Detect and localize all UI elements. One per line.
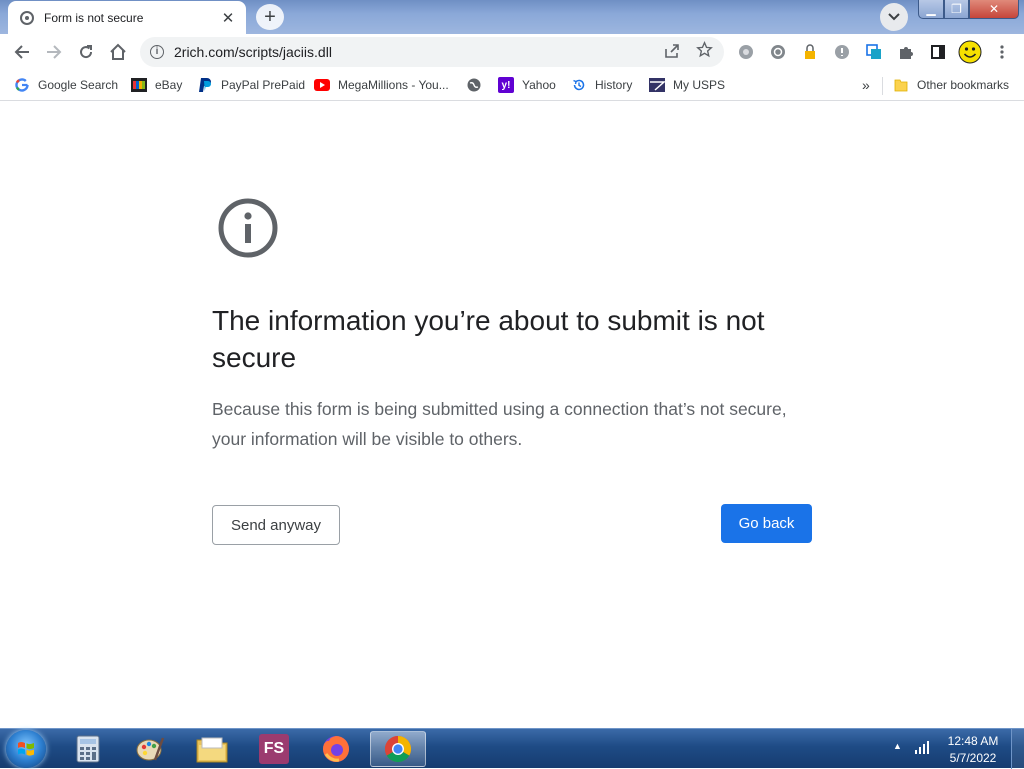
title-bar: Form is not secure ✕ + ▁ ❐ ✕ bbox=[0, 0, 1024, 34]
bookmark-label: MegaMillions - You... bbox=[338, 78, 449, 92]
youtube-icon bbox=[314, 77, 330, 93]
clock-date[interactable]: 5/7/2022 bbox=[946, 751, 1000, 765]
bookmark-yahoo[interactable]: y! Yahoo bbox=[498, 76, 556, 94]
usps-icon bbox=[649, 77, 665, 93]
taskbar-calculator[interactable] bbox=[60, 731, 116, 767]
maximize-button[interactable]: ❐ bbox=[944, 0, 969, 19]
warning-description: Because this form is being submitted usi… bbox=[212, 399, 787, 449]
forward-button[interactable] bbox=[42, 40, 66, 64]
google-icon bbox=[14, 77, 30, 93]
bookmark-label: Google Search bbox=[38, 78, 119, 92]
bookmark-star-icon[interactable] bbox=[696, 40, 713, 63]
taskbar-file-explorer[interactable] bbox=[184, 731, 240, 767]
chrome-icon bbox=[384, 735, 412, 763]
bookmark-label: History bbox=[595, 78, 633, 92]
start-button[interactable] bbox=[6, 730, 46, 768]
home-button[interactable] bbox=[106, 40, 130, 64]
tray-expand-icon[interactable]: ▲ bbox=[893, 741, 902, 751]
side-panel-icon[interactable] bbox=[929, 43, 947, 61]
bookmark-paypal-prepaid[interactable]: PayPal PrePaid bbox=[197, 76, 305, 94]
bookmark-label: eBay bbox=[155, 78, 183, 92]
windows-taskbar: FS ▲ 12:48 AM 5/7/2022 bbox=[0, 728, 1024, 769]
browser-tab[interactable]: Form is not secure ✕ bbox=[8, 1, 246, 34]
history-icon bbox=[571, 77, 587, 93]
ebay-icon bbox=[131, 77, 147, 93]
folder-explorer-icon bbox=[196, 737, 228, 763]
info-circle-icon bbox=[218, 198, 278, 258]
bookmark-megamillions[interactable]: MegaMillions - You... bbox=[314, 76, 449, 94]
tab-title: Form is not secure bbox=[44, 10, 144, 25]
page-content: The information you’re about to submit i… bbox=[0, 102, 1024, 728]
reload-icon bbox=[80, 45, 93, 59]
extension-gray-icon[interactable] bbox=[737, 43, 755, 61]
fs-app-icon: FS bbox=[259, 734, 289, 764]
taskbar-fs-app[interactable]: FS bbox=[246, 731, 302, 767]
reload-button[interactable] bbox=[74, 40, 98, 64]
chevron-down-icon bbox=[888, 13, 900, 21]
go-back-button[interactable]: Go back bbox=[721, 504, 812, 543]
tab-search-button[interactable] bbox=[880, 3, 908, 31]
yahoo-icon: y! bbox=[498, 77, 514, 93]
taskbar-chrome[interactable] bbox=[370, 731, 426, 767]
bookmark-label: Other bookmarks bbox=[917, 78, 1010, 92]
bookmark-label: My USPS bbox=[673, 78, 726, 92]
network-signal-icon[interactable] bbox=[914, 739, 932, 755]
folder-icon bbox=[893, 77, 909, 93]
bookmark-history[interactable]: History bbox=[571, 76, 632, 94]
bookmark-ebay[interactable]: eBay bbox=[131, 76, 182, 94]
page-heading: The information you’re about to submit i… bbox=[212, 305, 765, 373]
extension-lock-icon[interactable] bbox=[801, 43, 819, 61]
forward-arrow-icon bbox=[47, 45, 62, 59]
bookmark-label: PayPal PrePaid bbox=[221, 78, 306, 92]
site-info-icon[interactable]: i bbox=[150, 45, 164, 59]
firefox-icon bbox=[323, 736, 349, 762]
extension-shield-icon[interactable] bbox=[833, 43, 851, 61]
close-window-button[interactable]: ✕ bbox=[969, 0, 1019, 19]
url-text[interactable]: 2rich.com/scripts/jaciis.dll bbox=[174, 44, 332, 60]
bookmark-my-usps[interactable]: My USPS bbox=[649, 76, 725, 94]
extension-search-icon[interactable] bbox=[769, 43, 787, 61]
back-button[interactable] bbox=[10, 40, 34, 64]
tab-close-icon[interactable]: ✕ bbox=[220, 9, 236, 27]
extensions-puzzle-icon[interactable] bbox=[897, 43, 915, 61]
bookmarks-bar: Google Search eBay PayPal PrePaid MegaMi… bbox=[0, 70, 1024, 101]
tab-favicon-icon bbox=[20, 10, 34, 25]
taskbar-firefox[interactable] bbox=[308, 731, 364, 767]
bookmark-google-search[interactable]: Google Search bbox=[14, 76, 118, 94]
profile-avatar-icon[interactable] bbox=[958, 40, 982, 64]
windows-logo-icon bbox=[18, 742, 34, 756]
bookmarks-overflow-button[interactable]: » bbox=[862, 76, 870, 94]
new-tab-button[interactable]: + bbox=[256, 4, 284, 30]
clock-time[interactable]: 12:48 AM bbox=[946, 734, 1000, 748]
bookmark-globe[interactable] bbox=[466, 76, 490, 94]
show-desktop-button[interactable] bbox=[1011, 729, 1024, 769]
globe-icon bbox=[466, 77, 482, 93]
window-controls: ▁ ❐ ✕ bbox=[918, 0, 1019, 20]
extension-translate-icon[interactable] bbox=[865, 43, 883, 61]
back-arrow-icon bbox=[14, 45, 29, 59]
minimize-button[interactable]: ▁ bbox=[918, 0, 944, 19]
home-icon bbox=[110, 43, 126, 60]
menu-kebab-icon[interactable] bbox=[993, 43, 1011, 61]
bookmark-label: Yahoo bbox=[522, 78, 556, 92]
taskbar-paint[interactable] bbox=[122, 731, 178, 767]
paint-palette-icon bbox=[136, 737, 165, 761]
calculator-icon bbox=[76, 735, 100, 763]
address-bar[interactable]: i 2rich.com/scripts/jaciis.dll bbox=[140, 37, 724, 67]
other-bookmarks-folder[interactable]: Other bookmarks bbox=[893, 76, 1009, 94]
paypal-icon bbox=[197, 77, 213, 93]
browser-toolbar: i 2rich.com/scripts/jaciis.dll bbox=[0, 34, 1024, 70]
send-anyway-button[interactable]: Send anyway bbox=[212, 505, 340, 545]
share-icon[interactable] bbox=[664, 43, 680, 63]
bookmarks-divider bbox=[882, 77, 883, 95]
